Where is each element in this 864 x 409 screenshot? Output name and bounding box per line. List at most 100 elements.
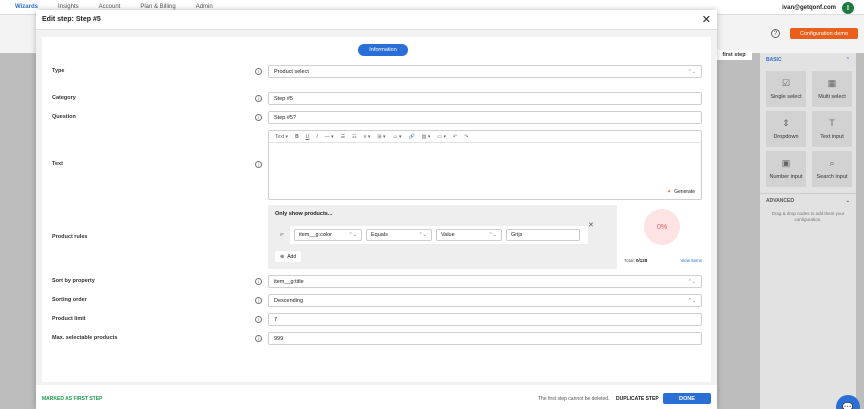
view-items-link[interactable]: View items	[680, 258, 702, 263]
number-input-icon: ▣	[781, 157, 791, 168]
info-icon[interactable]: i	[255, 68, 262, 75]
tile-label: Number input	[769, 173, 803, 180]
text-style-dropdown[interactable]: Text ▾	[275, 134, 288, 140]
chevron-updown-icon: ⌃⌄	[488, 232, 497, 238]
dropdown-icon: ⇕	[782, 117, 790, 128]
node-palette: BASIC ⌃ ☑ Single select ▦ Multi select ⇕…	[760, 53, 856, 409]
multi-select-icon: ▦	[827, 77, 837, 88]
chevron-updown-icon: ⌃⌄	[418, 232, 427, 238]
close-icon[interactable]: ✕	[702, 13, 711, 26]
tile-single-select[interactable]: ☑ Single select	[766, 71, 806, 107]
user-email: ivan@getqonf.com	[782, 5, 836, 11]
sort-by-select[interactable]: item__g:title ⌃⌄	[268, 275, 702, 288]
link-icon[interactable]: 🔗	[409, 134, 415, 140]
tile-search-input[interactable]: ⌕ Search input	[812, 151, 852, 187]
text-label: Text	[52, 161, 63, 167]
align-icon[interactable]: ≡ ▾	[364, 134, 371, 140]
info-icon[interactable]: i	[255, 114, 262, 121]
undo-icon[interactable]: ↶	[453, 134, 457, 140]
video-icon[interactable]: ▭ ▾	[437, 134, 446, 140]
emoji-icon[interactable]: ☺ ▾	[393, 134, 402, 140]
nav-wizards[interactable]: Wizards	[15, 4, 38, 10]
table-icon[interactable]: ⊞ ▾	[377, 134, 385, 140]
info-icon[interactable]: i	[255, 297, 262, 304]
configuration-demo-label: Configuration demo	[799, 30, 848, 37]
numbered-list-icon[interactable]: ☷	[352, 134, 356, 140]
value-type-select[interactable]: Value ⌃⌄	[436, 229, 502, 241]
more-formatting-icon[interactable]: — ▾	[325, 134, 334, 140]
italic-icon[interactable]: I	[316, 134, 317, 140]
rule-value-input[interactable]: Grijs	[506, 229, 580, 241]
single-select-icon: ☑	[781, 77, 791, 88]
sorting-order-select[interactable]: Descending ⌃⌄	[268, 294, 702, 307]
category-input[interactable]: Step #5	[268, 92, 702, 105]
value-type-value: Value	[441, 232, 455, 238]
basic-section-header[interactable]: BASIC ⌃	[760, 53, 856, 67]
question-label: Question	[52, 114, 76, 120]
rich-text-editor[interactable]: Text ▾ B U I — ▾ ☰ ☷ ≡ ▾ ⊞ ▾ ☺ ▾ 🔗 ▨ ▾ ▭…	[268, 130, 702, 200]
bullet-list-icon[interactable]: ☰	[341, 134, 345, 140]
product-limit-value: 7	[274, 316, 278, 323]
info-icon[interactable]: i	[255, 161, 262, 168]
tile-multi-select[interactable]: ▦ Multi select	[812, 71, 852, 107]
advanced-section-title: ADVANCED	[766, 197, 794, 204]
plus-icon: ⊕	[280, 253, 285, 260]
rule-row: IF item__g:color ⌃⌄ Equals ⌃⌄ Value ⌃⌄ G…	[280, 226, 588, 244]
generate-button[interactable]: ✦ Generate	[667, 189, 695, 195]
sorting-order-label: Sorting order	[52, 297, 87, 303]
property-select[interactable]: item__g:color ⌃⌄	[294, 229, 362, 241]
match-percentage-donut: 0%	[644, 209, 680, 245]
tile-label: Single select	[770, 93, 802, 100]
max-selectable-value: 999	[274, 335, 284, 342]
category-value: Step #5	[274, 95, 293, 102]
form-card: Information Type i Product select ⌃⌄ Cat…	[42, 37, 711, 382]
type-select[interactable]: Product select ⌃⌄	[268, 65, 702, 78]
editor-toolbar: Text ▾ B U I — ▾ ☰ ☷ ≡ ▾ ⊞ ▾ ☺ ▾ 🔗 ▨ ▾ ▭…	[269, 131, 701, 143]
advanced-section-header[interactable]: ADVANCED ⌄	[760, 193, 856, 207]
operator-value: Equals	[371, 232, 388, 238]
underline-icon[interactable]: U	[306, 134, 310, 140]
bold-icon[interactable]: B	[295, 134, 299, 140]
info-icon[interactable]: i	[255, 335, 262, 342]
product-limit-label: Product limit	[52, 316, 86, 322]
rule-value: Grijs	[511, 232, 523, 238]
basic-section-title: BASIC	[766, 57, 782, 63]
avatar[interactable]: I	[842, 2, 854, 14]
tile-dropdown[interactable]: ⇕ Dropdown	[766, 111, 806, 147]
chevron-updown-icon: ⌃⌄	[687, 278, 696, 285]
info-icon[interactable]: i	[255, 278, 262, 285]
max-selectable-input[interactable]: 999	[268, 332, 702, 345]
info-icon[interactable]: i	[255, 316, 262, 323]
add-rule-button[interactable]: ⊕ Add	[275, 251, 302, 262]
chevron-down-icon: ⌄	[845, 197, 850, 204]
modal-header: Edit step: Step #5 ✕	[36, 10, 717, 30]
info-icon[interactable]: i	[255, 95, 262, 102]
chevron-updown-icon: ⌃⌄	[687, 68, 696, 75]
redo-icon[interactable]: ↷	[464, 134, 468, 140]
type-label: Type	[52, 68, 65, 74]
help-icon[interactable]: ?	[771, 29, 780, 38]
configuration-demo-button[interactable]: Configuration demo	[790, 28, 858, 39]
search-input-icon: ⌕	[829, 157, 835, 168]
image-icon[interactable]: ▨ ▾	[422, 134, 431, 140]
total-value: 0/128	[636, 258, 648, 263]
user-menu[interactable]: ivan@getqonf.com I	[782, 2, 854, 14]
done-button[interactable]: DONE	[663, 393, 711, 404]
sort-by-value: item__g:title	[274, 278, 304, 285]
tile-number-input[interactable]: ▣ Number input	[766, 151, 806, 187]
modal-footer: MARKED AS FIRST STEP The first step cann…	[36, 385, 717, 409]
sort-by-label: Sort by property	[52, 278, 95, 284]
generate-label: Generate	[674, 189, 695, 195]
tab-information[interactable]: Information	[358, 44, 408, 56]
product-limit-input[interactable]: 7	[268, 313, 702, 326]
edit-step-modal: Edit step: Step #5 ✕ Information Type i …	[36, 10, 717, 409]
chevron-updown-icon: ⌃⌄	[348, 232, 357, 238]
operator-select[interactable]: Equals ⌃⌄	[366, 229, 432, 241]
duplicate-step-button[interactable]: DUPLICATE STEP	[616, 396, 659, 402]
question-input[interactable]: Step #5?	[268, 111, 702, 124]
product-rules-box: Only show products... IF item__g:color ⌃…	[268, 205, 617, 269]
remove-rule-icon[interactable]: ✕	[588, 221, 594, 229]
tile-text-input[interactable]: T Text input	[812, 111, 852, 147]
category-label: Category	[52, 95, 76, 101]
tile-label: Search input	[816, 173, 848, 180]
